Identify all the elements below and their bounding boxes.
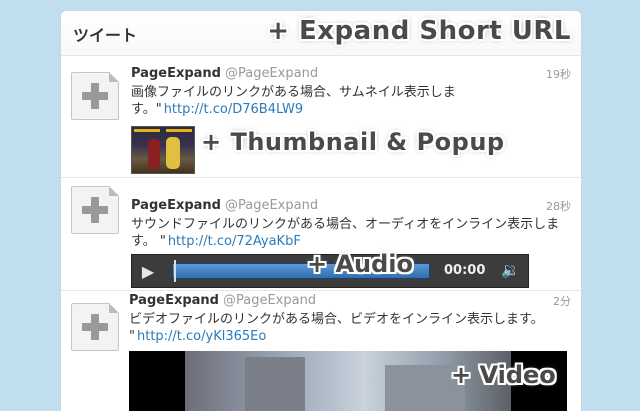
- promo-video: + Video: [451, 361, 556, 389]
- tweet-header: PageExpand @PageExpand: [129, 293, 316, 308]
- tweets-panel: ツイート + Expand Short URL PageExpand @PageE…: [60, 10, 582, 411]
- tweet-handle[interactable]: @PageExpand: [223, 293, 316, 308]
- tweet-handle[interactable]: @PageExpand: [225, 66, 318, 81]
- plus-avatar-icon[interactable]: [71, 72, 119, 120]
- image-thumbnail[interactable]: [131, 126, 195, 174]
- panel-header: ツイート + Expand Short URL: [61, 11, 581, 56]
- tweet-text: ビデオファイルのリンクがある場合、ビデオをインライン表示します。 " http:/…: [129, 311, 569, 345]
- volume-icon[interactable]: 🔉: [501, 261, 520, 279]
- tweet-author[interactable]: PageExpand: [131, 198, 221, 213]
- play-icon[interactable]: ▶: [132, 255, 164, 287]
- tweet-timestamp[interactable]: 28秒: [546, 198, 571, 214]
- tweet-link[interactable]: http://t.co/D76B4LW9: [164, 102, 303, 117]
- tweet-item[interactable]: PageExpand @PageExpand 2分 ビデオファイルのリンクがある場…: [61, 291, 581, 411]
- tweet-handle[interactable]: @PageExpand: [225, 198, 318, 213]
- tweet-timestamp[interactable]: 19秒: [546, 66, 571, 82]
- tweet-link[interactable]: http://t.co/72AyaKbF: [168, 234, 301, 249]
- audio-scrubber-handle[interactable]: [174, 260, 176, 282]
- audio-time: 00:00: [444, 263, 486, 278]
- tweet-header: PageExpand @PageExpand: [131, 198, 318, 213]
- plus-avatar-icon[interactable]: [71, 303, 119, 351]
- tweet-item[interactable]: PageExpand @PageExpand 28秒 サウンドファイルのリンクがあ…: [61, 178, 581, 291]
- tweet-item[interactable]: PageExpand @PageExpand 19秒 画像ファイルのリンクがある場…: [61, 64, 581, 178]
- tweet-text: 画像ファイルのリンクがある場合、サムネイル表示します。" http://t.co/…: [131, 84, 571, 118]
- tweet-timestamp[interactable]: 2分: [553, 293, 571, 309]
- tweet-link[interactable]: http://t.co/yKl365Eo: [137, 329, 266, 344]
- promo-audio: + Audio: [307, 250, 414, 278]
- tweet-author[interactable]: PageExpand: [129, 293, 219, 308]
- tweet-text: サウンドファイルのリンクがある場合、オーディオをインライン表示します。 " htt…: [131, 216, 571, 250]
- panel-title: ツイート: [73, 26, 138, 45]
- tweet-author[interactable]: PageExpand: [131, 66, 221, 81]
- promo-thumbnail-popup: + Thumbnail & Popup: [201, 128, 505, 156]
- plus-avatar-icon[interactable]: [71, 186, 119, 234]
- tweet-header: PageExpand @PageExpand: [131, 66, 318, 81]
- promo-expand-short-url: + Expand Short URL: [267, 16, 571, 46]
